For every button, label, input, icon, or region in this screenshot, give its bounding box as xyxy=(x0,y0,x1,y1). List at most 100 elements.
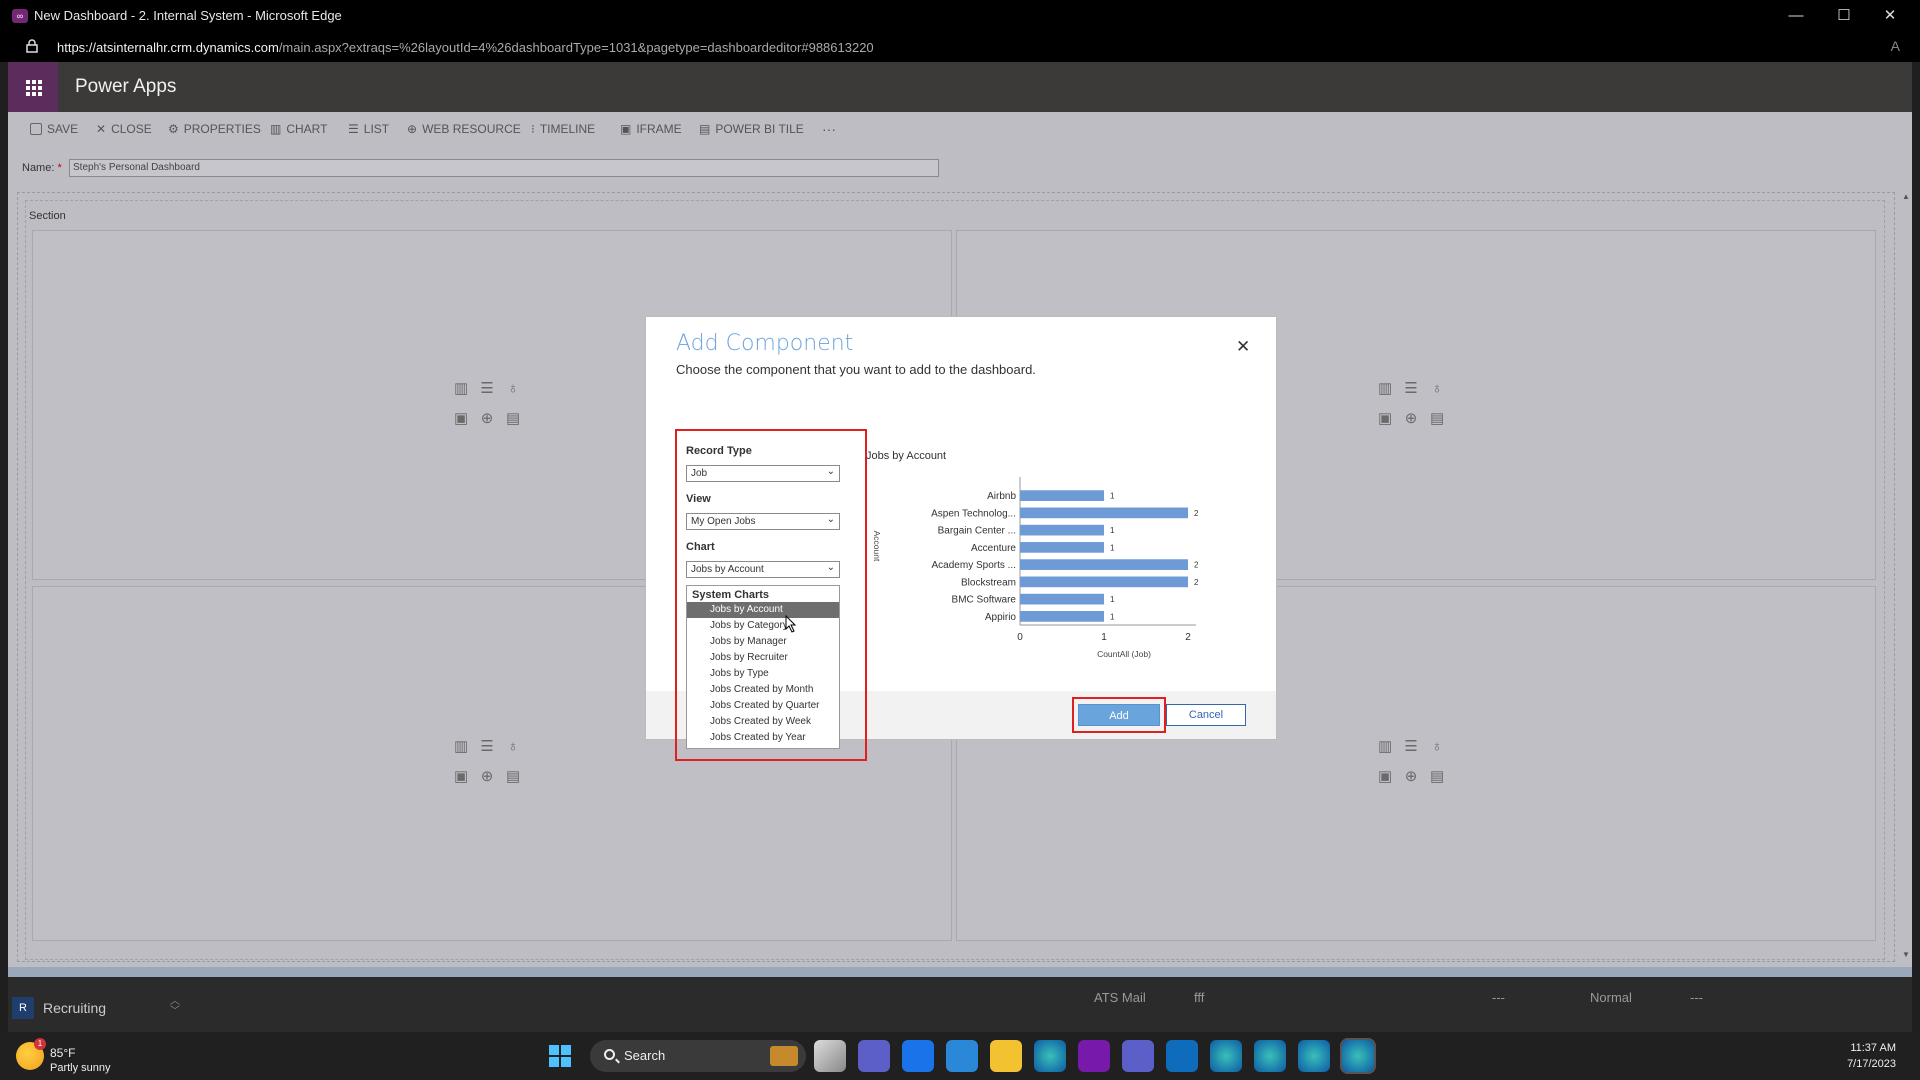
app-brand: Power Apps xyxy=(75,76,177,97)
dropdown-option[interactable]: Jobs Created by Week xyxy=(687,714,839,730)
edge-profile-icon[interactable] xyxy=(1298,1040,1330,1072)
dialog-close-icon[interactable]: ✕ xyxy=(1236,337,1250,357)
dropdown-option[interactable]: Jobs by Manager xyxy=(687,634,839,650)
add-component-dialog: Add Component Choose the component that … xyxy=(645,316,1277,761)
app-header: Power Apps xyxy=(8,62,1912,112)
chart-button[interactable]: ▥ CHART xyxy=(270,112,327,146)
power-bi-icon[interactable]: ▤ xyxy=(1430,411,1444,426)
properties-button[interactable]: ⚙ PROPERTIES xyxy=(168,112,261,146)
timeline-button[interactable]: ⁝ TIMELINE xyxy=(531,112,595,146)
onenote-icon[interactable] xyxy=(1078,1040,1110,1072)
app-launcher-waffle-icon[interactable] xyxy=(8,62,58,112)
save-button[interactable]: SAVE xyxy=(30,112,78,146)
close-button[interactable]: ✕ CLOSE xyxy=(96,112,152,146)
area-badge: R xyxy=(12,997,34,1019)
edge-profile-icon[interactable] xyxy=(1210,1040,1242,1072)
clock-date: 7/17/2023 xyxy=(1847,1058,1896,1070)
power-bi-icon[interactable]: ▤ xyxy=(506,411,520,426)
iframe-icon[interactable]: ▣ xyxy=(454,769,468,784)
cell-insert-icons: ▥ ☰ ♁ ▣ ⊕ ▤ xyxy=(454,739,524,784)
area-switcher[interactable]: R Recruiting ︿ ﹀ xyxy=(8,993,198,1023)
minimize-button[interactable]: — xyxy=(1776,4,1816,28)
power-bi-icon[interactable]: ▤ xyxy=(506,769,520,784)
dropdown-option[interactable]: Jobs by Account xyxy=(687,602,839,618)
chevron-down-icon: ⌄ xyxy=(826,466,835,477)
dropdown-option[interactable]: Jobs by Recruiter xyxy=(687,650,839,666)
timeline-icon: ⁝ xyxy=(531,122,535,136)
lightbulb-icon[interactable]: ♁ xyxy=(506,739,520,754)
file-explorer-icon[interactable] xyxy=(990,1040,1022,1072)
outlook-icon[interactable] xyxy=(1166,1040,1198,1072)
dropbox-icon[interactable] xyxy=(902,1040,934,1072)
background-text: --- xyxy=(1492,990,1505,1005)
dropdown-option[interactable]: Jobs Created by Quarter xyxy=(687,698,839,714)
chart-select[interactable]: Jobs by Account ⌄ xyxy=(686,561,840,578)
dropdown-option[interactable]: Jobs Created by Month xyxy=(687,682,839,698)
chevron-updown-icon: ︿ ﹀ xyxy=(170,996,180,1017)
read-aloud-icon[interactable]: A xyxy=(1891,38,1900,54)
list-icon[interactable]: ☰ xyxy=(1404,381,1418,396)
iframe-icon[interactable]: ▣ xyxy=(1378,411,1392,426)
windows-start-icon[interactable] xyxy=(548,1044,572,1068)
edge-active-icon[interactable] xyxy=(1340,1038,1376,1074)
dropdown-option[interactable]: Jobs by Category xyxy=(687,618,839,634)
chart-icon[interactable]: ▥ xyxy=(454,381,468,396)
data-label: 1 xyxy=(1110,543,1115,552)
scroll-up-icon[interactable]: ▲ xyxy=(1902,192,1910,201)
app-bottom-strip xyxy=(8,967,1912,977)
iframe-icon[interactable]: ▣ xyxy=(1378,769,1392,784)
maximize-button[interactable]: ☐ xyxy=(1824,4,1864,28)
lightbulb-icon[interactable]: ♁ xyxy=(1430,739,1444,754)
close-window-button[interactable]: ✕ xyxy=(1870,4,1910,28)
teams-icon[interactable] xyxy=(1122,1040,1154,1072)
power-bi-tile-button[interactable]: ▤ POWER BI TILE xyxy=(699,112,804,146)
list-icon[interactable]: ☰ xyxy=(480,381,494,396)
chart-preview: Airbnb 1 Aspen Technolog... 2 Bargain Center… xyxy=(872,477,1199,659)
iframe-icon[interactable]: ▣ xyxy=(454,411,468,426)
lightbulb-icon[interactable]: ♁ xyxy=(506,381,520,396)
dropdown-option[interactable]: Jobs Created by Year xyxy=(687,730,839,746)
list-button[interactable]: ☰ LIST xyxy=(348,112,389,146)
web-resource-button[interactable]: ⊕ WEB RESOURCE xyxy=(407,112,521,146)
url-text[interactable]: https://atsinternalhr.crm.dynamics.com/m… xyxy=(57,40,874,55)
globe-icon[interactable]: ⊕ xyxy=(1404,411,1418,426)
dialog-subtitle: Choose the component that you want to ad… xyxy=(676,362,1036,377)
editor-scrollbar[interactable]: ▲ ▼ xyxy=(1902,192,1912,962)
chart-icon: ▥ xyxy=(270,122,282,136)
scroll-down-icon[interactable]: ▼ xyxy=(1902,950,1910,959)
cancel-button[interactable]: Cancel xyxy=(1166,704,1246,726)
iframe-button[interactable]: ▣ IFRAME xyxy=(620,112,682,146)
chart-icon[interactable]: ▥ xyxy=(1378,381,1392,396)
list-icon: ☰ xyxy=(348,122,359,136)
power-bi-icon[interactable]: ▤ xyxy=(1430,769,1444,784)
dashboard-name-input[interactable]: Steph's Personal Dashboard xyxy=(69,159,939,177)
notepad-icon[interactable] xyxy=(946,1040,978,1072)
record-type-select[interactable]: Job ⌄ xyxy=(686,465,840,482)
address-bar[interactable]: https://atsinternalhr.crm.dynamics.com/m… xyxy=(0,32,1920,62)
save-icon xyxy=(30,123,42,135)
teams-chat-icon[interactable] xyxy=(858,1040,890,1072)
globe-icon[interactable]: ⊕ xyxy=(1404,769,1418,784)
view-select[interactable]: My Open Jobs ⌄ xyxy=(686,513,840,530)
category-label: Academy Sports ... xyxy=(932,560,1016,571)
lightbulb-icon[interactable]: ♁ xyxy=(1430,381,1444,396)
taskbar-search[interactable]: Search xyxy=(590,1040,806,1072)
x-axis-title: CountAll (Job) xyxy=(1097,649,1151,659)
list-icon[interactable]: ☰ xyxy=(480,739,494,754)
more-options-button[interactable]: ··· xyxy=(822,112,836,146)
chart-icon[interactable]: ▥ xyxy=(1378,739,1392,754)
globe-icon[interactable]: ⊕ xyxy=(480,411,494,426)
add-button[interactable]: Add xyxy=(1078,704,1160,726)
dropdown-option[interactable]: Jobs by Type xyxy=(687,666,839,682)
power-bi-icon: ▤ xyxy=(699,122,711,136)
chart-icon[interactable]: ▥ xyxy=(454,739,468,754)
system-clock[interactable]: 11:37 AM 7/17/2023 xyxy=(1847,1040,1896,1072)
list-icon[interactable]: ☰ xyxy=(1404,739,1418,754)
edge-icon[interactable] xyxy=(1034,1040,1066,1072)
edge-profile-icon[interactable] xyxy=(1254,1040,1286,1072)
x-tick-label: 0 xyxy=(1017,632,1023,643)
app-status-bar: R Recruiting ︿ ﹀ ATS Mail fff --- Normal … xyxy=(8,977,1912,1032)
category-label: Aspen Technolog... xyxy=(931,508,1016,519)
globe-icon[interactable]: ⊕ xyxy=(480,769,494,784)
task-view-icon[interactable] xyxy=(814,1040,846,1072)
